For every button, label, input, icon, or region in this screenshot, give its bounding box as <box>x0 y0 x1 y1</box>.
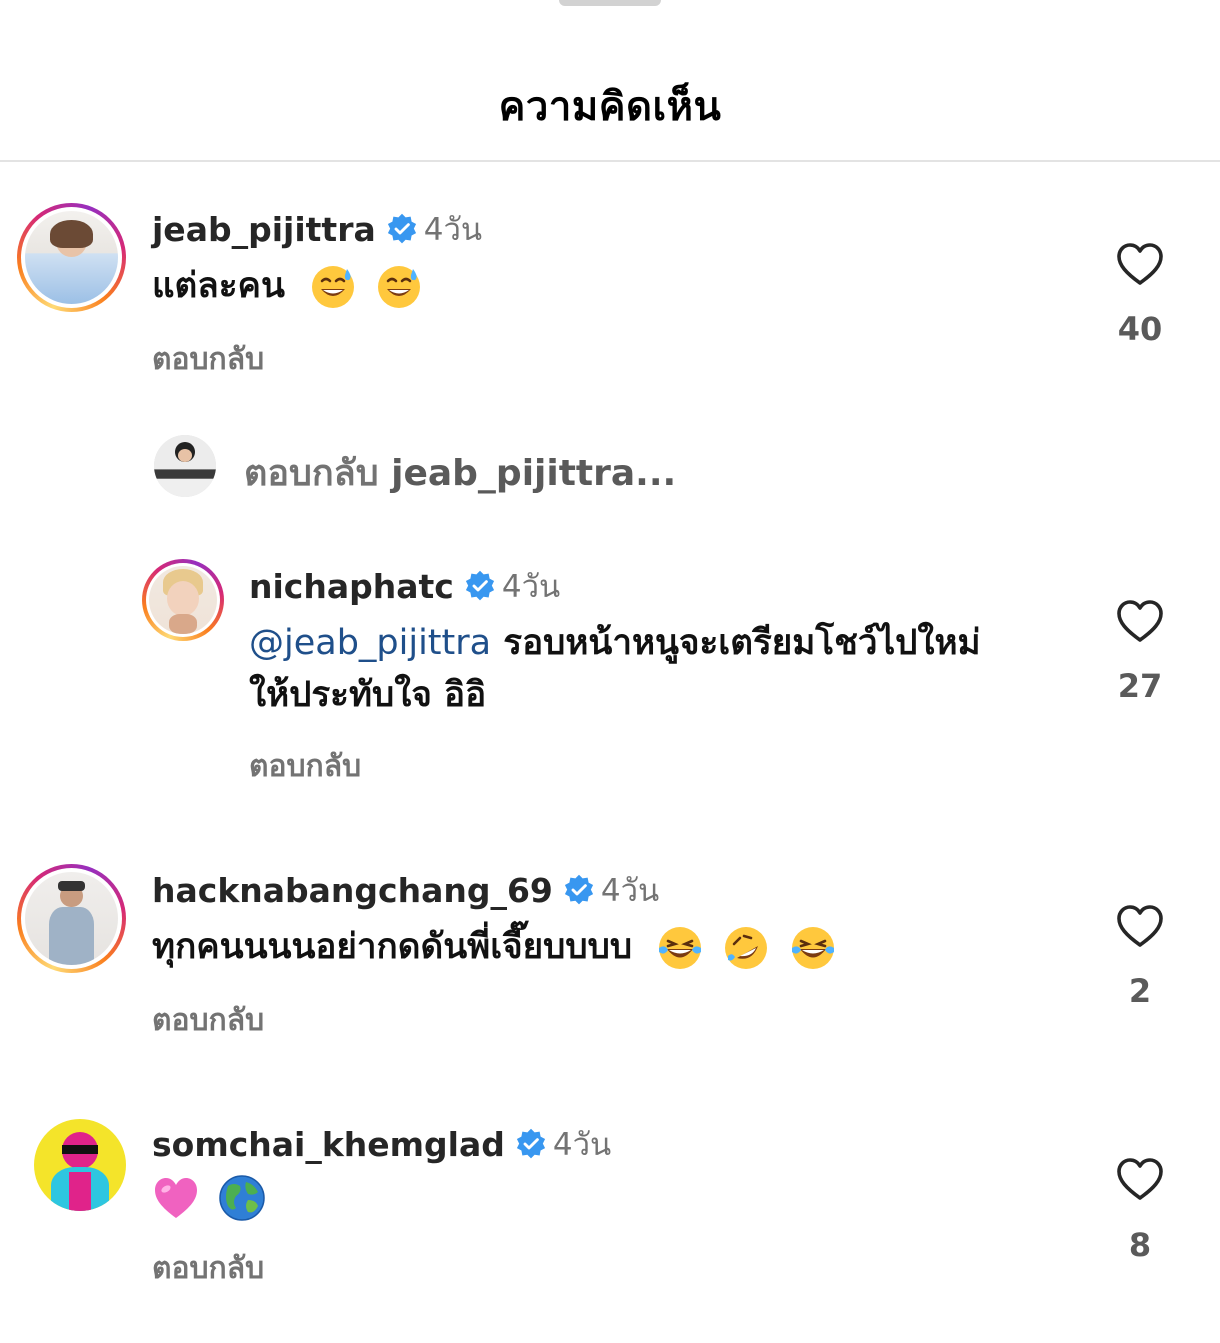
rofl-emoji-icon <box>722 924 770 972</box>
reply-button[interactable]: ตอบกลับ <box>152 997 264 1044</box>
comment-header: hacknabangchang_69 4วัน <box>152 865 659 915</box>
timestamp: 4วัน <box>600 873 660 909</box>
heart-icon[interactable] <box>1116 1157 1164 1201</box>
heart-icon[interactable] <box>1116 242 1164 286</box>
comment-text: @jeab_pijittra รอบหน้าหนูจะเตรียมโชว์ไปใ… <box>249 617 1069 721</box>
username[interactable]: hacknabangchang_69 <box>152 871 553 910</box>
like-count: 2 <box>1128 972 1152 1010</box>
username[interactable]: jeab_pijittra <box>152 210 376 249</box>
tears-of-joy-emoji-icon <box>656 924 704 972</box>
username[interactable]: nichaphatc <box>249 567 454 606</box>
comment-text: ทุกคนนนนอย่ากดดันพี่เจี๊ยบบบบ <box>152 921 837 973</box>
verified-badge-icon <box>386 213 418 245</box>
avatar[interactable] <box>34 1119 126 1211</box>
comment-header: somchai_khemglad 4วัน <box>152 1119 611 1169</box>
comment-body: ทุกคนนนนอย่ากดดันพี่เจี๊ยบบบบ <box>152 927 633 967</box>
reply-button[interactable]: ตอบกลับ <box>152 336 264 383</box>
like-count: 8 <box>1128 1226 1152 1264</box>
comment-text: แต่ละคน <box>152 260 423 312</box>
header-divider <box>0 160 1220 162</box>
comment-body-line1: รอบหน้าหนูจะเตรียมโชว์ไปใหม่ <box>503 623 981 663</box>
comment-header: nichaphatc 4วัน <box>249 561 560 611</box>
pink-heart-emoji-icon <box>152 1174 200 1222</box>
tears-of-joy-emoji-icon <box>789 924 837 972</box>
timestamp: 4วัน <box>552 1127 612 1163</box>
comment-body: แต่ละคน <box>152 266 285 306</box>
globe-emoji-icon <box>218 1174 266 1222</box>
avatar[interactable] <box>17 203 126 312</box>
reply-button[interactable]: ตอบกลับ <box>249 743 361 790</box>
comment-header: jeab_pijittra 4วัน <box>152 204 482 254</box>
like-count: 40 <box>1117 310 1163 348</box>
heart-icon[interactable] <box>1116 599 1164 643</box>
grinning-sweat-emoji-icon <box>309 263 357 311</box>
view-replies-label: ตอบกลับ <box>244 453 379 494</box>
reply-button[interactable]: ตอบกลับ <box>152 1245 264 1292</box>
heart-icon[interactable] <box>1116 904 1164 948</box>
timestamp: 4วัน <box>423 212 483 248</box>
view-replies-target: jeab_pijittra... <box>391 453 677 494</box>
grinning-sweat-emoji-icon <box>375 263 423 311</box>
view-replies-link[interactable]: ตอบกลับ jeab_pijittra... <box>244 444 676 501</box>
verified-badge-icon <box>563 874 595 906</box>
like-count: 27 <box>1117 667 1163 705</box>
verified-badge-icon <box>515 1128 547 1160</box>
page-title: ความคิดเห็น <box>498 84 722 130</box>
username[interactable]: somchai_khemglad <box>152 1125 505 1164</box>
timestamp: 4วัน <box>501 569 561 605</box>
avatar[interactable] <box>17 864 126 973</box>
sheet-drag-handle[interactable] <box>559 0 661 6</box>
avatar[interactable] <box>142 559 224 641</box>
verified-badge-icon <box>464 570 496 602</box>
comment-text <box>152 1171 266 1223</box>
comment-body-line2: ให้ประทับใจ อิอิ <box>249 675 487 715</box>
mention-link[interactable]: @jeab_pijittra <box>249 623 491 663</box>
reply-preview-avatar[interactable] <box>154 435 216 497</box>
